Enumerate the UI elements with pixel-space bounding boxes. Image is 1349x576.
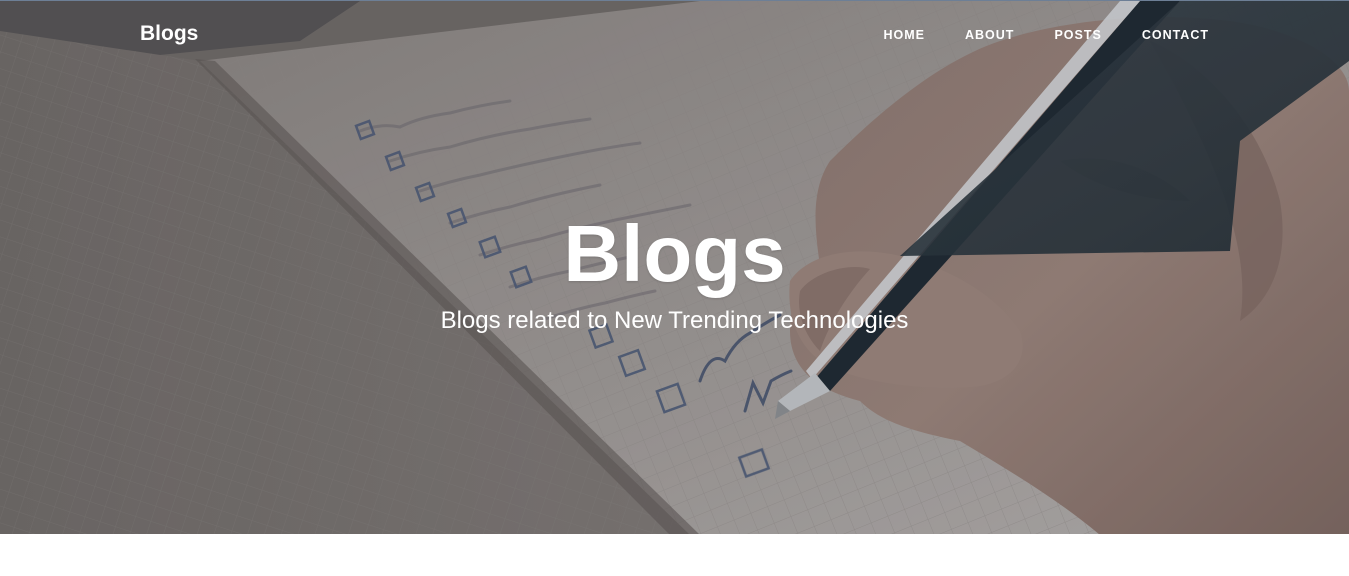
- nav-link-posts[interactable]: POSTS: [1014, 28, 1101, 42]
- nav-link-about[interactable]: ABOUT: [925, 28, 1014, 42]
- nav-link-home[interactable]: HOME: [843, 28, 925, 42]
- site-heading: Blogs Blogs related to New Trending Tech…: [0, 206, 1349, 336]
- brand-link[interactable]: Blogs: [140, 22, 198, 46]
- hero-header: Blogs HOME ABOUT POSTS CONTACT Blogs Blo…: [0, 0, 1349, 534]
- nav-item-contact: CONTACT: [1102, 28, 1209, 42]
- main-navbar: Blogs HOME ABOUT POSTS CONTACT: [0, 1, 1349, 71]
- nav-link-contact[interactable]: CONTACT: [1102, 28, 1209, 42]
- nav-links: HOME ABOUT POSTS CONTACT: [843, 28, 1209, 42]
- nav-item-posts: POSTS: [1014, 28, 1101, 42]
- page-title: Blogs: [563, 209, 786, 298]
- page-subtitle: Blogs related to New Trending Technologi…: [440, 307, 909, 334]
- nav-item-home: HOME: [843, 28, 925, 42]
- page: Blogs HOME ABOUT POSTS CONTACT Blogs Blo…: [0, 0, 1349, 576]
- nav-item-about: ABOUT: [925, 28, 1014, 42]
